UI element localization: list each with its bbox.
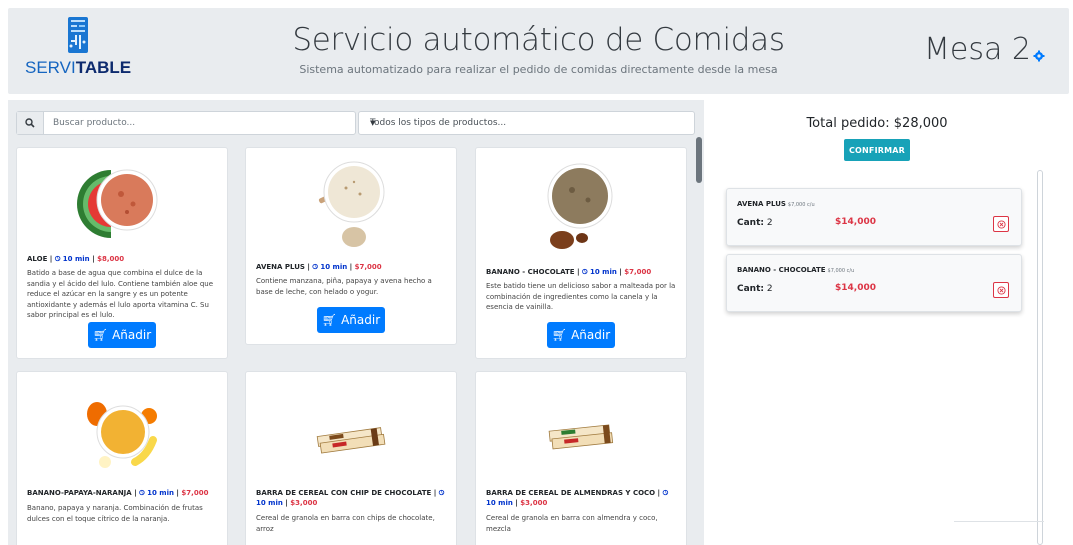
clock-icon: 🕓︎	[581, 268, 588, 276]
product-title: BANANO - CHOCOLATE | 🕓︎ 10 min | $7,000	[486, 268, 652, 276]
product-description: Cereal de granola en barra con almendra …	[486, 514, 658, 533]
product-description: Contiene manzana, piña, papaya y avena h…	[256, 277, 432, 296]
confirm-order-button[interactable]: CONFIRMAR	[844, 139, 910, 161]
oat-smoothie-image	[318, 161, 385, 247]
search-icon	[25, 118, 35, 128]
product-card: BANANO-PAPAYA-NARANJA | 🕓︎ 10 min | $7,0…	[16, 371, 228, 545]
product-title: BARRA DE CEREAL CON CHIP DE CHOCOLATE | …	[256, 489, 445, 507]
order-total: Total pedido: $28,000	[806, 116, 948, 131]
order-item-quantity: Cant: 2	[737, 218, 773, 228]
remove-item-button[interactable]	[993, 216, 1009, 232]
product-description: Este batido tiene un delicioso sabor a m…	[486, 282, 676, 311]
app-header: SERVITABLE Servicio automático de Comida…	[8, 8, 1069, 94]
product-title: AVENA PLUS | 🕓︎ 10 min | $7,000	[256, 263, 382, 271]
cart-icon: 🛒︎	[321, 313, 338, 327]
product-catalog-panel: Todos los tipos de productos... ▼ ALOE |…	[8, 100, 704, 545]
order-list-scrollbar[interactable]	[1037, 170, 1043, 545]
product-card: BARRA DE CEREAL DE ALMENDRAS Y COCO | 🕓︎…	[475, 371, 687, 545]
product-card: ALOE | 🕓︎ 10 min | $8,000 Batido a base …	[16, 147, 228, 359]
scrollbar-thumb[interactable]	[696, 137, 702, 183]
add-to-cart-button[interactable]: 🛒︎ Añadir	[88, 322, 156, 348]
order-item-unit-price: $7,000 c/u	[827, 268, 855, 274]
order-item-name: BANANO - CHOCOLATE $7,000 c/u	[737, 266, 855, 274]
search-input[interactable]	[53, 115, 343, 131]
clock-icon: 🕓︎	[312, 263, 318, 271]
fruit-smoothie-image	[87, 402, 157, 468]
product-card: BANANO - CHOCOLATE | 🕓︎ 10 min | $7,000 …	[475, 147, 687, 359]
order-item-name: AVENA PLUS $7,000 c/u	[737, 200, 815, 208]
cart-icon: 🛒︎	[551, 328, 568, 342]
product-list-scrollbar[interactable]	[696, 137, 702, 545]
product-title: BANANO-PAPAYA-NARANJA | 🕓︎ 10 min | $7,0…	[27, 489, 209, 497]
page-subtitle: Sistema automatizado para realizar el pe…	[299, 63, 778, 76]
cereal-bar-almond-image	[548, 424, 614, 450]
product-card: AVENA PLUS | 🕓︎ 10 min | $7,000 Contiene…	[245, 147, 457, 345]
remove-item-button[interactable]	[993, 282, 1009, 298]
add-to-cart-button[interactable]: 🛒︎ Añadir	[317, 307, 385, 333]
gear-icon[interactable]	[1033, 50, 1045, 62]
cereal-bar-chocolate-image	[316, 427, 386, 454]
product-description: Banano, papaya y naranja. Combinación de…	[27, 504, 203, 523]
clock-icon: 🕓︎	[139, 489, 145, 497]
product-title: BARRA DE CEREAL DE ALMENDRAS Y COCO | 🕓︎…	[486, 489, 669, 507]
close-circle-icon	[996, 219, 1006, 229]
order-item-quantity: Cant: 2	[737, 284, 773, 294]
product-description: Batido a base de agua que combina el dul…	[27, 269, 214, 319]
add-to-cart-button[interactable]: 🛒︎ Añadir	[547, 322, 615, 348]
cart-icon: 🛒︎	[92, 328, 109, 342]
table-number: Mesa 2	[924, 32, 1031, 67]
order-item-subtotal: $14,000	[835, 217, 876, 227]
close-circle-icon	[996, 285, 1006, 295]
chevron-down-icon: ▼	[370, 119, 376, 127]
clock-icon: 🕓︎	[54, 255, 61, 263]
order-item: BANANO - CHOCOLATE $7,000 c/u Cant: 2 $14…	[726, 254, 1022, 312]
search-group	[16, 111, 356, 135]
page-title: Servicio automático de Comidas	[292, 22, 785, 58]
product-description: Cereal de granola en barra con chips de …	[256, 514, 435, 533]
clock-icon: 🕓︎	[662, 489, 669, 497]
clock-icon: 🕓︎	[438, 489, 445, 497]
order-item: AVENA PLUS $7,000 c/u Cant: 2 $14,000	[726, 188, 1022, 246]
product-card: BARRA DE CEREAL CON CHIP DE CHOCOLATE | …	[245, 371, 457, 545]
chocolate-smoothie-image	[547, 163, 613, 249]
divider	[954, 521, 1044, 522]
order-item-unit-price: $7,000 c/u	[787, 202, 815, 208]
watermelon-smoothie-image	[77, 169, 158, 238]
search-addon	[17, 112, 44, 134]
order-item-subtotal: $14,000	[835, 283, 876, 293]
product-title: ALOE | 🕓︎ 10 min | $8,000	[27, 255, 125, 263]
product-type-select[interactable]: Todos los tipos de productos... ▼	[358, 111, 695, 135]
